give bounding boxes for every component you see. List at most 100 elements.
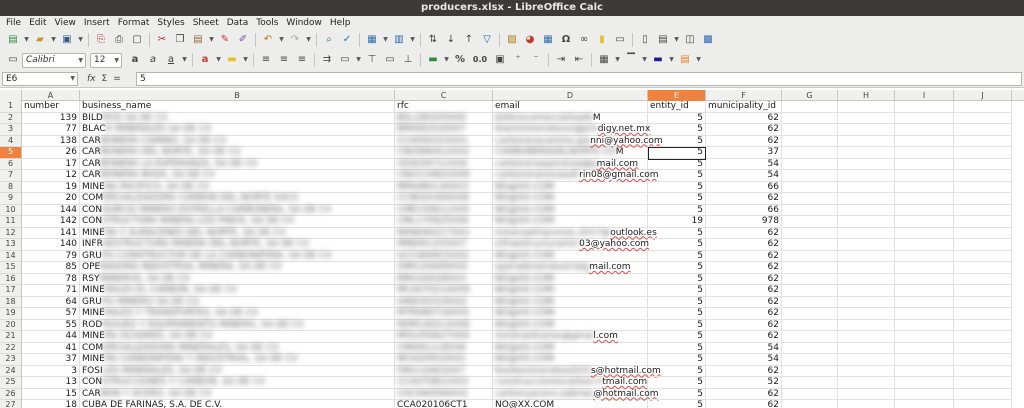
column-header-f[interactable]: F [706, 90, 782, 101]
header-cell-d[interactable]: email [493, 101, 648, 113]
cell-empty[interactable] [782, 181, 838, 193]
cell-email[interactable]: construccionescarbon.htmail.com [493, 377, 648, 389]
cell-municipality-id[interactable]: 62 [706, 193, 782, 205]
cell-email[interactable]: NO@XX.COM [493, 216, 648, 228]
row-header-6[interactable]: 6 [0, 158, 22, 170]
cell-empty[interactable] [782, 388, 838, 400]
borders-icon[interactable]: ▦ [597, 53, 611, 67]
cell-rfc[interactable]: CCN020304XX8 [395, 193, 493, 205]
menu-edit[interactable]: Edit [25, 16, 50, 30]
spreadsheet-grid[interactable]: ABCDEFGHIJ 1 number business_name rfc email e… [0, 90, 1024, 408]
cell-business-name[interactable]: GRUPO CONSTRUCTOR DE LA CARBONIFERA, SA … [80, 250, 395, 262]
align-bottom-icon[interactable]: ⊥ [401, 53, 415, 67]
freeze-icon[interactable]: ▤ [656, 33, 670, 47]
add-decimal-icon[interactable]: ⁺ [511, 53, 525, 67]
menu-data[interactable]: Data [223, 16, 253, 30]
cell-entity-id[interactable]: 5 [648, 331, 706, 343]
cell-empty[interactable] [895, 319, 954, 331]
cell-municipality-id[interactable]: 62 [706, 285, 782, 297]
cell-empty[interactable] [954, 262, 1012, 274]
cell-rfc[interactable]: CAC040506XX2 [395, 388, 493, 400]
cell-number[interactable]: 12 [22, 170, 80, 182]
cell-municipality-id[interactable]: 62 [706, 400, 782, 408]
align-middle-icon[interactable]: ▭ [383, 53, 397, 67]
spelling-icon[interactable]: ✓ [340, 33, 354, 47]
cell-empty[interactable] [895, 112, 954, 124]
cell-empty[interactable] [895, 250, 954, 262]
cell-business-name[interactable]: CONSORCIO MINERO ESTRELLA CARBONERA, SA … [80, 204, 395, 216]
sort-icon[interactable]: ⇅ [426, 33, 440, 47]
cell-empty[interactable] [838, 135, 895, 147]
bold-icon[interactable]: a [128, 53, 142, 67]
column-header-d[interactable]: D [493, 90, 648, 101]
cell-empty[interactable] [782, 250, 838, 262]
cell-municipality-id[interactable]: 54 [706, 354, 782, 366]
cell-empty[interactable] [782, 239, 838, 251]
menu-tools[interactable]: Tools [252, 16, 282, 30]
row-header-23[interactable]: 23 [0, 354, 22, 366]
cell-entity-id[interactable]: 5 [648, 273, 706, 285]
cell-empty[interactable] [838, 319, 895, 331]
cell-empty[interactable] [838, 285, 895, 297]
comment-icon[interactable]: ▮ [595, 33, 609, 47]
cell-empty[interactable] [782, 112, 838, 124]
cell-municipality-id[interactable]: 62 [706, 239, 782, 251]
show-draw-icon[interactable]: ▩ [701, 33, 715, 47]
autofilter-icon[interactable]: ▽ [480, 33, 494, 47]
cell-email[interactable]: bildroscomercializadoM [493, 112, 648, 124]
cell-empty[interactable] [895, 296, 954, 308]
row-header-1[interactable]: 1 [0, 101, 22, 113]
column-dropdown-icon[interactable]: ▼ [409, 33, 416, 47]
cell-empty[interactable] [895, 365, 954, 377]
cell-business-name[interactable]: FOSILES MINERALES, SA DE CV [80, 365, 395, 377]
cell-empty[interactable] [954, 319, 1012, 331]
clone-formatting-icon[interactable]: ✎ [218, 33, 232, 47]
cell-business-name[interactable]: COMERCIALIZADORA MINERALES, SA DE CV [80, 342, 395, 354]
column-header-a[interactable]: A [22, 90, 80, 101]
cell-empty[interactable] [954, 239, 1012, 251]
cell-empty[interactable] [954, 354, 1012, 366]
merge-cells-icon[interactable]: ▭ [338, 53, 352, 67]
open-dropdown-icon[interactable]: ▼ [50, 33, 57, 47]
cell-rfc[interactable]: CML170925XX6 [395, 216, 493, 228]
cell-email[interactable]: blackmineralesxx@prodigy.net.mx [493, 124, 650, 136]
cell-number[interactable]: 57 [22, 308, 80, 320]
cell-rfc[interactable]: CMI091118XX6 [395, 342, 493, 354]
decimal-button[interactable]: 0.0 [471, 53, 489, 67]
row-header-19[interactable]: 19 [0, 308, 22, 320]
save-icon[interactable]: ▣ [60, 33, 74, 47]
cell-empty[interactable] [782, 377, 838, 389]
cell-rfc[interactable]: MCA070214XX9 [395, 285, 493, 297]
header-cell-f[interactable]: municipality_id [706, 101, 782, 113]
cell-email[interactable]: NO@XX.COM [493, 273, 648, 285]
row-header-14[interactable]: 14 [0, 250, 22, 262]
cell-business-name[interactable]: GRUPO MINERO SA DE CV [80, 296, 395, 308]
cell-municipality-id[interactable]: 62 [706, 273, 782, 285]
cell-entity-id[interactable]: 5 [648, 342, 706, 354]
split-window-icon[interactable]: ◫ [683, 33, 697, 47]
column-header-g[interactable]: G [782, 90, 838, 101]
cell-number[interactable]: 78 [22, 273, 80, 285]
cell-empty[interactable] [782, 342, 838, 354]
cell-empty[interactable] [954, 342, 1012, 354]
define-print-area-icon[interactable]: ▯ [638, 33, 652, 47]
row-header-8[interactable]: 8 [0, 181, 22, 193]
cell-empty[interactable] [954, 377, 1012, 389]
cell-empty[interactable] [838, 388, 895, 400]
column-header-b[interactable]: B [80, 90, 395, 101]
cell-number[interactable]: 17 [22, 158, 80, 170]
cell-empty[interactable] [895, 158, 954, 170]
underline-dropdown-icon[interactable]: ▼ [181, 53, 188, 67]
cell-rfc[interactable]: MAN040217XX1 [395, 227, 493, 239]
cell-empty[interactable] [954, 181, 1012, 193]
name-box[interactable]: E6 ▼ [2, 71, 78, 86]
cell-empty[interactable] [895, 285, 954, 297]
cell-municipality-id[interactable]: 54 [706, 170, 782, 182]
cell-empty[interactable] [954, 135, 1012, 147]
cell-number[interactable]: 41 [22, 342, 80, 354]
row-header-3[interactable]: 3 [0, 124, 22, 136]
menu-insert[interactable]: Insert [80, 16, 114, 30]
cell-entity-id[interactable]: 5 [648, 354, 706, 366]
cell-empty[interactable] [954, 216, 1012, 228]
row-header-13[interactable]: 13 [0, 239, 22, 251]
